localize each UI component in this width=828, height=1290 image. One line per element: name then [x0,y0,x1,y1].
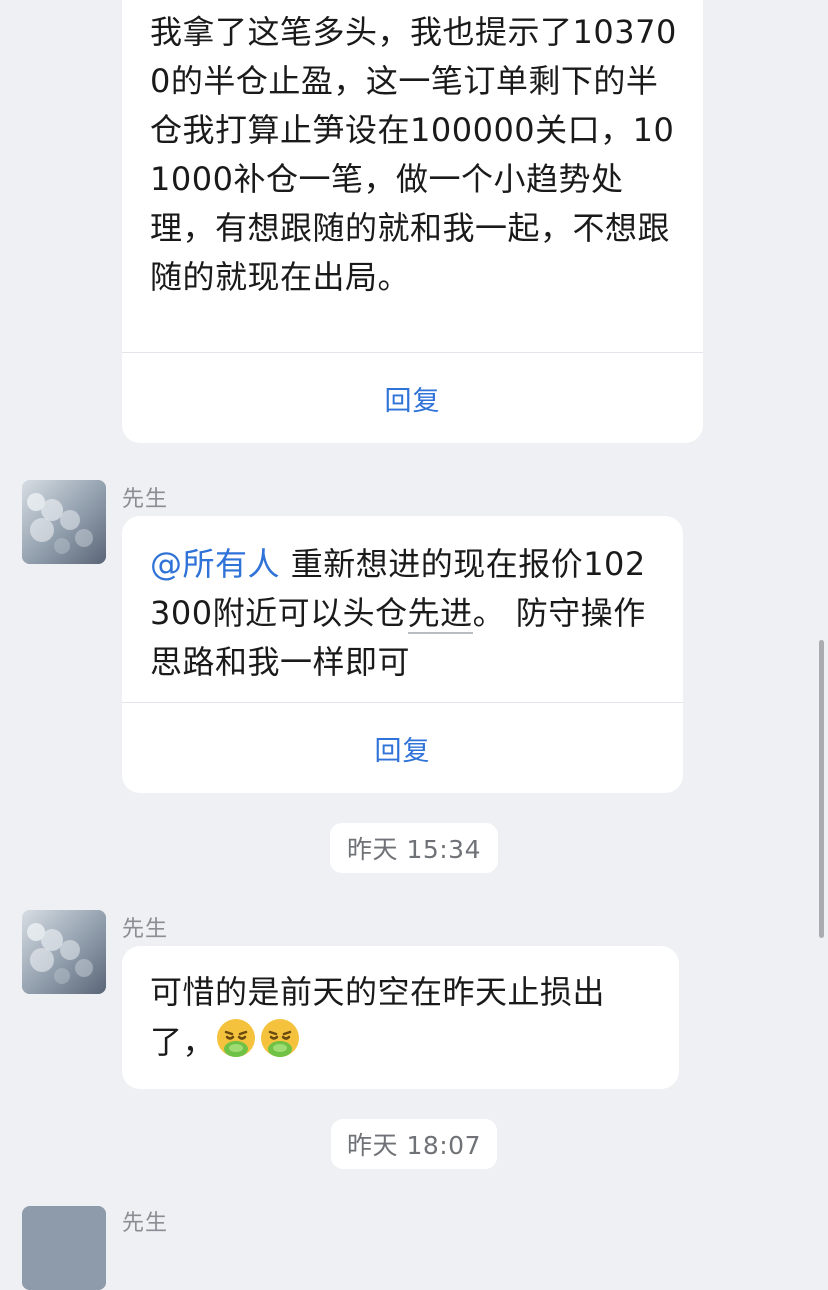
message-text: 可惜的是前天的空在昨天止损出了， [150,968,655,1067]
sender-name: 先生 [122,487,169,512]
message-text-underlined: 先进 [407,594,473,634]
sender-name: 先生 [122,1211,169,1236]
avatar-sky-image [22,1206,106,1290]
reply-button[interactable]: 回复 [122,352,703,443]
reply-button[interactable]: 回复 [122,702,683,793]
avatar[interactable] [22,480,106,564]
scrollbar[interactable] [819,640,824,938]
timestamp: 昨天 18:07 [331,1119,497,1169]
avatar[interactable] [22,1206,106,1290]
message-bubble-2: @所有人 重新想进的现在报价102300附近可以头仓先进。 防守操作思路和我一样… [122,516,683,793]
message-bubble-3: 可惜的是前天的空在昨天止损出了， [122,946,679,1089]
mention-all-link[interactable]: @所有人 [150,545,280,583]
timestamp: 昨天 15:34 [330,823,498,873]
message-text: @所有人 重新想进的现在报价102300附近可以头仓先进。 防守操作思路和我一样… [150,540,660,687]
steam-from-nose-emoji-icon [261,1019,300,1057]
steam-from-nose-emoji-icon [217,1019,256,1057]
message-bubble-1: 我拿了这笔多头，我也提示了103700的半仓止盈，这一笔订单剩下的半仓我打算止笋… [122,0,703,443]
avatar-sky-image [22,910,106,994]
message-text: 我拿了这笔多头，我也提示了103700的半仓止盈，这一笔订单剩下的半仓我打算止笋… [150,13,677,296]
avatar-sky-image [22,480,106,564]
sender-name: 先生 [122,917,169,942]
avatar[interactable] [22,910,106,994]
